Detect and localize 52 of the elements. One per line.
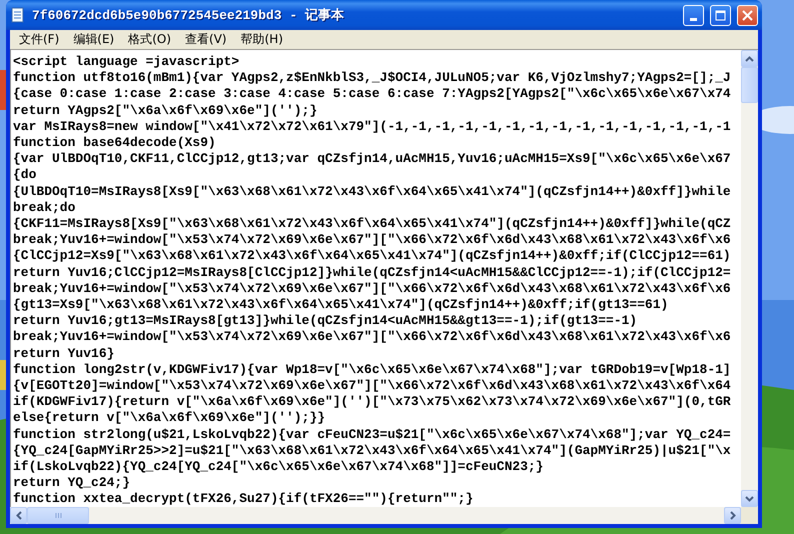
close-button[interactable] (737, 4, 758, 26)
window-title: 7f60672dcd6b5e90b6772545ee219bd3 - 记事本 (32, 7, 346, 24)
code-line: return Yuv16} (13, 346, 116, 362)
minimize-icon (690, 18, 697, 20)
code-line: return YAgps2["\x6a\x6f\x69\x6e"]('');} (13, 102, 318, 119)
scroll-down-button[interactable] (741, 490, 758, 507)
code-line: function long2str(v,KDGWFiv17){var Wp18=v["\x6c\x65\x6e\x67\x74\x68"];var tGRDob19=v[Wp18-1] (13, 362, 732, 378)
maximize-button[interactable] (710, 4, 731, 26)
menu-item[interactable]: 帮助(H) (234, 31, 290, 48)
text-area[interactable] (10, 49, 741, 507)
grip-icon (54, 512, 62, 519)
scroll-up-button[interactable] (741, 50, 758, 67)
menu-item[interactable]: 文件(F) (12, 31, 66, 48)
code-line: function base64decode(Xs9) (13, 135, 217, 152)
menu-item[interactable]: 编辑(E) (66, 31, 122, 48)
scroll-thumb[interactable] (27, 507, 89, 524)
scroll-thumb[interactable] (741, 67, 758, 103)
code-line: function xxtea_decrypt(tFX26,Su27){if(tFX26==""){return"";} (13, 491, 474, 507)
notepad-icon (10, 7, 26, 23)
code-line: {gt13=Xs9["\x63\x68\x61\x72\x43\x6f\x64\x65\x41\x74"](qCZsfjn14++)&0xff;if(gt13==61) (13, 297, 670, 314)
maximize-icon (715, 10, 726, 20)
code-line: function str2long(u$21,LskoLvqb22){var cFeuCN23=u$21["\x6c\x65\x6e\x67\x74\x68"];var YQ_c24= (13, 426, 732, 443)
code-line: {CKF11=MsIRays8[Xs9["\x63\x68\x61\x72\x43\x6f\x64\x65\x41\x74"](qCZsfjn14++)&0xff]}while(qCZ (13, 216, 732, 232)
menu-item[interactable]: 格式(O) (121, 31, 178, 48)
code-line: {var UlBDOqT10,CKF11,ClCCjp12,gt13;var qCZsfjn14,uAcMH15,Yuv16;uAcMH15=Xs9["\x6c\x65\x6e\x67 (13, 151, 732, 168)
code-line: break;Yuv16+=window["\x53\x74\x72\x69\x6e\x67"]["\x66\x72\x6f\x6d\x43\x68\x61\x72\x43\x6f\x6 (13, 232, 732, 248)
horizontal-scrollbar[interactable] (10, 507, 741, 524)
code-line: return YQ_c24;} (13, 475, 132, 492)
scroll-right-button[interactable] (724, 507, 741, 524)
menu-item[interactable]: 查看(V) (178, 31, 234, 48)
scroll-left-button[interactable] (10, 507, 27, 524)
code-line: return Yuv16;ClCCjp12=MsIRays8[ClCCjp12]}while(qCZsfjn14<uAcMH15&&ClCCjp12==-1);if(ClCCjp12= (13, 264, 732, 281)
code-line: return Yuv16;gt13=MsIRays8[gt13]}while(qCZsfjn14<uAcMH15&&gt13==-1);if(gt13==-1) (13, 313, 638, 330)
code-line: {case 0:case 1:case 2:case 3:case 4:case 5:case 6:case 7:YAgps2[YAgps2["\x6c\x65\x6e\x67\x74 (13, 86, 732, 103)
code-line: {do (13, 167, 38, 184)
code-line: if(KDGWFiv17){return v["\x6a\x6f\x69\x6e"]('')["\x73\x75\x62\x73\x74\x72\x69\x6e\x67"](0,tGR (13, 394, 732, 410)
code-line: break;do (13, 200, 76, 216)
code-line: <script language =javascript> (13, 54, 240, 70)
code-line: break;Yuv16+=window["\x53\x74\x72\x69\x6e\x67"]["\x66\x72\x6f\x6d\x43\x68\x61\x72\x43\x6f\x6 (13, 280, 732, 298)
size-grip[interactable] (741, 507, 758, 524)
close-icon (742, 10, 753, 20)
code-line: if(LskoLvqb22){YQ_c24[YQ_c24["\x6c\x65\x6e\x67\x74\x68"]]=cFeuCN23;} (13, 459, 544, 476)
code-line: {UlBDOqT10=MsIRays8[Xs9["\x63\x68\x61\x72\x43\x6f\x64\x65\x41\x74"](qCZsfjn14++)&0xff]}while (13, 184, 732, 200)
minimize-button[interactable] (683, 4, 704, 26)
code-line: break;Yuv16+=window["\x53\x74\x72\x69\x6e\x67"]["\x66\x72\x6f\x6d\x43\x68\x61\x72\x43\x6f\x6 (13, 329, 732, 346)
vertical-scrollbar[interactable] (741, 49, 758, 507)
code-line: {YQ_c24[GapMYiRr25>>2]=u$21["\x63\x68\x61\x72\x43\x6f\x64\x65\x41\x74"](GapMYiRr25)|u$21["\x (13, 442, 732, 460)
code-line: function utf8to16(mBm1){var YAgps2,z$EnNkblS3,_J$OCI4,JULuNO5;var K6,VjOzlmshy7;YAgps2=[];_J (13, 70, 732, 86)
code-line: var MsIRays8=new window["\x41\x72\x72\x61\x79"](-1,-1,-1,-1,-1,-1,-1,-1,-1,-1,-1,-1,-1,-1,-1 (13, 118, 732, 136)
code-line: {ClCCjp12=Xs9["\x63\x68\x61\x72\x43\x6f\x64\x65\x41\x74"](qCZsfjn14++)&0xff;if(ClCCjp12==61) (13, 248, 732, 265)
code-line: else{return v["\x6a\x6f\x69\x6e"]('');}} (13, 410, 326, 427)
code-line: {v[EGOTt20]=window["\x53\x74\x72\x69\x6e\x67"]["\x66\x72\x6f\x6d\x43\x68\x61\x72\x43\x6f\x64 (13, 378, 732, 394)
